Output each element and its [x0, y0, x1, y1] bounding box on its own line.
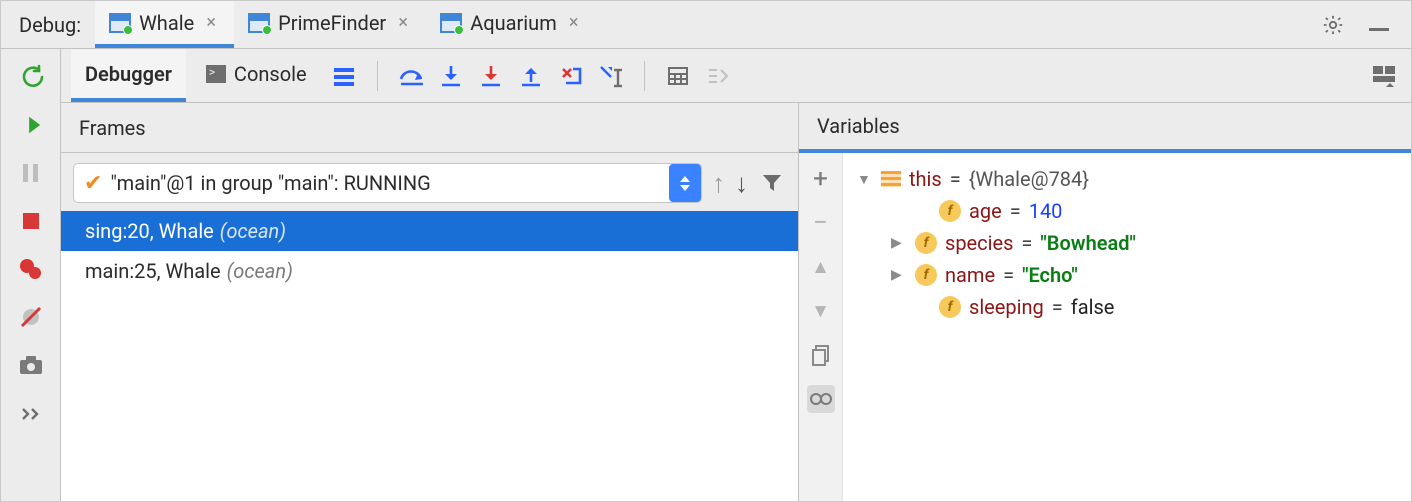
- rerun-icon[interactable]: [17, 63, 45, 91]
- thread-selector[interactable]: ✔ "main"@1 in group "main": RUNNING: [73, 163, 702, 203]
- check-icon: ✔: [84, 171, 102, 196]
- mute-breakpoints-icon[interactable]: [17, 303, 45, 331]
- equals-sign: =: [1010, 199, 1021, 223]
- variable-name: name: [945, 263, 995, 287]
- move-down-icon[interactable]: ▼: [807, 297, 835, 325]
- variable-name: sleeping: [969, 295, 1044, 319]
- variable-name: age: [969, 199, 1002, 223]
- gear-icon[interactable]: [1319, 11, 1347, 39]
- tab-debugger[interactable]: Debugger: [71, 49, 186, 102]
- frame-package: (ocean): [220, 219, 286, 243]
- variables-tree: ▼ this = {Whale@784} f age = 140: [843, 153, 1411, 501]
- variables-pane: Variables + − ▲ ▼: [799, 103, 1411, 501]
- object-icon: [881, 171, 901, 187]
- field-icon: f: [939, 296, 961, 318]
- equals-sign: =: [1003, 263, 1014, 287]
- close-icon[interactable]: ×: [394, 12, 412, 33]
- filter-icon[interactable]: [758, 169, 786, 197]
- applet-icon: [248, 13, 270, 33]
- drop-frame-icon[interactable]: [554, 59, 588, 93]
- move-up-icon[interactable]: ▲: [807, 253, 835, 281]
- duplicate-watch-icon[interactable]: [807, 341, 835, 369]
- frame-row[interactable]: sing:20, Whale (ocean): [61, 211, 798, 251]
- field-icon: f: [915, 232, 937, 254]
- pause-icon[interactable]: [17, 159, 45, 187]
- variable-value: "Bowhead": [1040, 231, 1135, 255]
- step-over-icon[interactable]: [394, 59, 428, 93]
- applet-icon: [440, 13, 462, 33]
- variable-value: false: [1071, 295, 1115, 319]
- chevron-right-icon[interactable]: ▶: [891, 235, 907, 251]
- chevron-down-icon[interactable]: ▼: [857, 171, 873, 188]
- variables-header: Variables: [799, 103, 1411, 153]
- debug-topbar: Debug: Whale × PrimeFinder × Aquarium ×: [1, 1, 1411, 49]
- frame-label: main:25, Whale: [85, 259, 221, 283]
- layout-settings-icon[interactable]: [1367, 59, 1401, 93]
- run-tab-whale[interactable]: Whale ×: [95, 1, 234, 48]
- field-icon: f: [915, 264, 937, 286]
- debug-side-toolbar: [1, 49, 61, 501]
- more-icon[interactable]: [17, 399, 45, 427]
- equals-sign: =: [1021, 231, 1032, 255]
- variable-node-name[interactable]: ▶ f name = "Echo": [857, 259, 1397, 291]
- step-into-icon[interactable]: [434, 59, 468, 93]
- debug-label: Debug:: [1, 1, 95, 48]
- resume-icon[interactable]: [17, 111, 45, 139]
- stop-icon[interactable]: [17, 207, 45, 235]
- variable-value: "Echo": [1022, 263, 1078, 287]
- view-breakpoints-icon[interactable]: [17, 255, 45, 283]
- variable-node-age[interactable]: f age = 140: [857, 195, 1397, 227]
- frame-row[interactable]: main:25, Whale (ocean): [61, 251, 798, 291]
- prev-frame-icon[interactable]: ↑: [712, 168, 725, 199]
- equals-sign: =: [950, 167, 961, 191]
- run-config-tabs: Whale × PrimeFinder × Aquarium ×: [95, 1, 597, 48]
- thread-stepper-icon[interactable]: [669, 164, 701, 202]
- frames-list: sing:20, Whale (ocean) main:25, Whale (o…: [61, 211, 798, 501]
- minimize-icon[interactable]: [1365, 11, 1393, 39]
- frames-header: Frames: [61, 103, 798, 153]
- run-tab-label: Whale: [139, 11, 194, 35]
- run-tab-label: Aquarium: [470, 11, 557, 35]
- field-icon: f: [939, 200, 961, 222]
- variable-name: species: [945, 231, 1013, 255]
- tab-label: Console: [234, 62, 307, 86]
- remove-watch-icon[interactable]: −: [807, 209, 835, 237]
- camera-icon[interactable]: [17, 351, 45, 379]
- close-icon[interactable]: ×: [202, 12, 220, 33]
- chevron-right-icon[interactable]: ▶: [891, 267, 907, 283]
- step-out-icon[interactable]: [514, 59, 548, 93]
- debugger-toolbar: Debugger Console: [61, 49, 1411, 103]
- trace-current-stream-icon[interactable]: [701, 59, 735, 93]
- tab-console[interactable]: Console: [192, 49, 321, 102]
- variable-node-this[interactable]: ▼ this = {Whale@784}: [857, 163, 1397, 195]
- separator: [377, 61, 378, 91]
- next-frame-icon[interactable]: ↓: [735, 168, 748, 199]
- tab-label: Debugger: [85, 62, 172, 86]
- variable-node-species[interactable]: ▶ f species = "Bowhead": [857, 227, 1397, 259]
- variable-node-sleeping[interactable]: f sleeping = false: [857, 291, 1397, 323]
- separator: [644, 61, 645, 91]
- console-icon: [206, 65, 226, 83]
- frame-package: (ocean): [227, 259, 293, 283]
- variable-value: 140: [1029, 199, 1063, 223]
- thread-label: "main"@1 in group "main": RUNNING: [110, 171, 669, 195]
- frames-pane: Frames ✔ "main"@1 in group "main": RUNNI…: [61, 103, 799, 501]
- force-step-into-icon[interactable]: [474, 59, 508, 93]
- run-to-cursor-icon[interactable]: [594, 59, 628, 93]
- run-tab-primefinder[interactable]: PrimeFinder ×: [234, 1, 426, 48]
- variable-name: this: [909, 167, 942, 191]
- frame-label: sing:20, Whale: [85, 219, 214, 243]
- new-watch-icon[interactable]: +: [807, 165, 835, 193]
- close-icon[interactable]: ×: [565, 12, 583, 33]
- variables-toolbar: + − ▲ ▼: [799, 153, 843, 501]
- run-tab-label: PrimeFinder: [278, 11, 386, 35]
- run-tab-aquarium[interactable]: Aquarium ×: [426, 1, 597, 48]
- applet-icon: [109, 13, 131, 33]
- threads-icon[interactable]: [327, 59, 361, 93]
- variable-value: {Whale@784}: [969, 167, 1089, 191]
- evaluate-expression-icon[interactable]: [661, 59, 695, 93]
- show-watches-icon[interactable]: [807, 385, 835, 413]
- equals-sign: =: [1052, 295, 1063, 319]
